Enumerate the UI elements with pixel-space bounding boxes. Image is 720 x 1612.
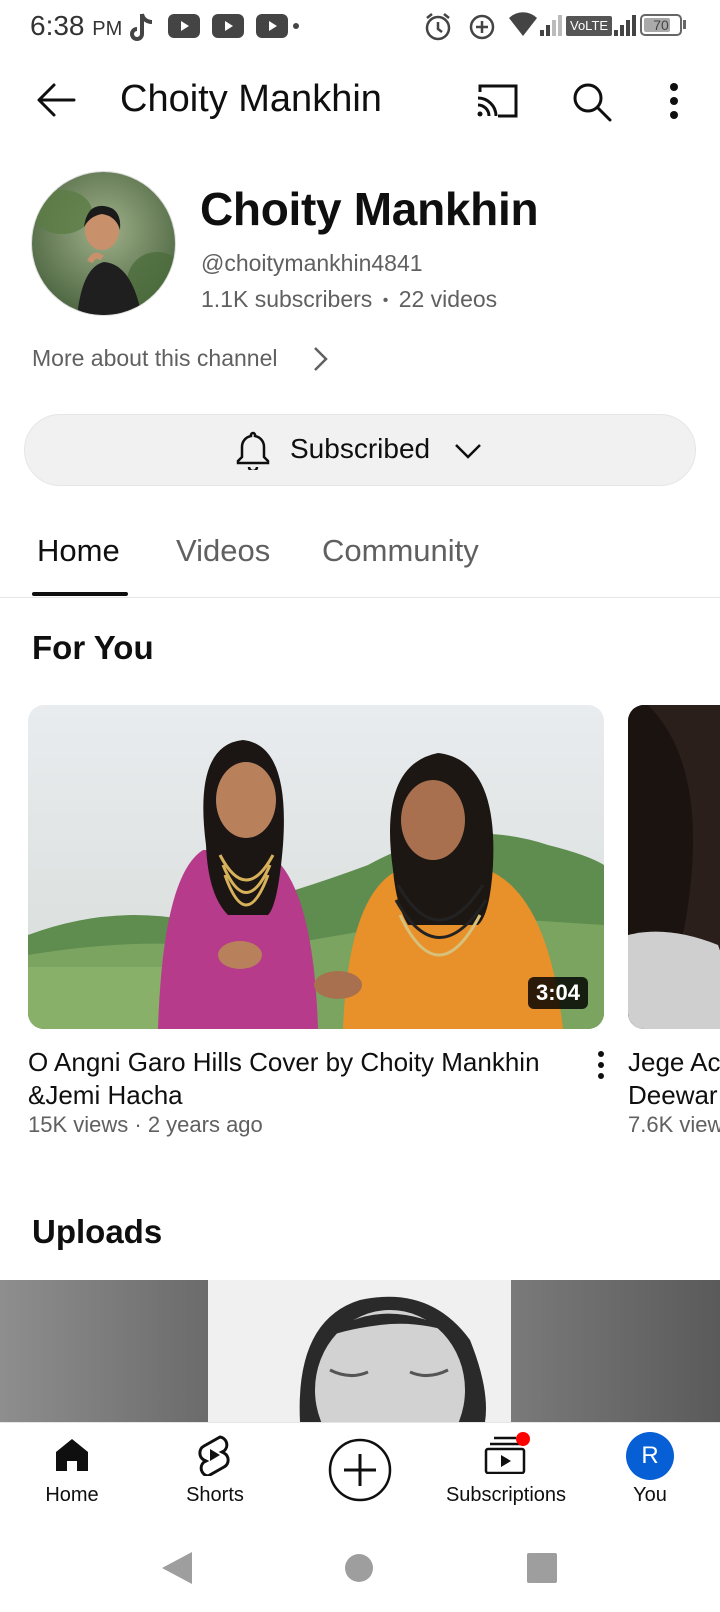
tiktok-icon [130, 13, 153, 41]
uploads-thumbnail[interactable] [0, 1280, 720, 1422]
video-title[interactable]: Jege Ac Deewar [628, 1046, 720, 1112]
system-back-icon[interactable] [160, 1550, 194, 1586]
subscribed-label: Subscribed [290, 433, 431, 464]
search-icon[interactable] [572, 82, 612, 122]
nav-shorts-label[interactable]: Shorts [145, 1484, 285, 1507]
youtube-notification-icon [168, 14, 200, 38]
video-meta: 15K views · 2 years ago [28, 1112, 263, 1137]
video-duration-badge: 3:04 [528, 977, 589, 1009]
back-arrow-icon[interactable] [36, 82, 76, 118]
video-thumbnail[interactable] [628, 705, 720, 1029]
appbar-title: Choity Mankhin [120, 78, 382, 120]
more-about-label: More about this channel [32, 345, 278, 371]
signal-icon [614, 15, 636, 36]
tab-home[interactable]: Home [37, 533, 120, 569]
active-tab-indicator [32, 592, 128, 596]
alarm-icon [425, 13, 451, 41]
data-saver-icon [469, 14, 495, 40]
tab-videos[interactable]: Videos [176, 533, 270, 569]
status-bar: 6:38 PM VoLTE 70 [0, 0, 720, 56]
more-about-channel-link[interactable]: More about this channel [32, 345, 278, 372]
signal-icon [540, 15, 562, 36]
stats-separator: • [382, 291, 389, 309]
channel-stats: 1.1K subscribers • 22 videos [201, 286, 497, 313]
status-time: 6:38 PM [30, 10, 123, 41]
nav-subscriptions-label[interactable]: Subscriptions [434, 1484, 578, 1507]
channel-name: Choity Mankhin [200, 183, 539, 235]
more-vert-icon[interactable] [668, 82, 680, 120]
system-home-icon[interactable] [344, 1553, 374, 1583]
subscriber-count: 1.1K subscribers [201, 286, 373, 312]
video-meta: 7.6K view [628, 1112, 720, 1137]
channel-handle: @choitymankhin4841 [201, 250, 423, 276]
home-icon[interactable] [53, 1436, 91, 1474]
nav-you-label[interactable]: You [580, 1484, 720, 1507]
uploads-heading: Uploads [32, 1213, 163, 1250]
channel-avatar[interactable] [31, 171, 176, 316]
notification-dot [516, 1432, 530, 1446]
video-count: 22 videos [398, 286, 498, 312]
video-thumbnail[interactable] [28, 705, 604, 1029]
chevron-down-icon [455, 444, 481, 459]
for-you-heading: For You [32, 629, 154, 666]
video-title[interactable]: O Angni Garo Hills Cover by Choity Mankh… [28, 1046, 588, 1112]
video-title-line: Deewar [628, 1080, 718, 1110]
youtube-notification-icon [256, 14, 299, 38]
battery-tip [683, 20, 686, 29]
tab-community[interactable]: Community [322, 533, 479, 569]
wifi-icon [509, 12, 537, 36]
video-title-line: Jege Ac [628, 1047, 720, 1077]
volte-badge: VoLTE [566, 16, 613, 36]
youtube-notification-icon [212, 14, 244, 38]
cast-icon[interactable] [476, 84, 518, 118]
battery-icon: 70 [640, 14, 682, 36]
system-recents-icon[interactable] [526, 1552, 558, 1584]
user-avatar[interactable]: R [626, 1432, 674, 1480]
create-icon[interactable] [328, 1438, 392, 1502]
chevron-right-icon [314, 347, 328, 371]
battery-level: 70 [653, 17, 669, 33]
shorts-icon[interactable] [196, 1434, 232, 1476]
tab-divider [0, 597, 720, 598]
nav-home-label[interactable]: Home [2, 1484, 142, 1507]
bell-icon [236, 431, 270, 470]
video-more-icon[interactable] [597, 1050, 605, 1080]
